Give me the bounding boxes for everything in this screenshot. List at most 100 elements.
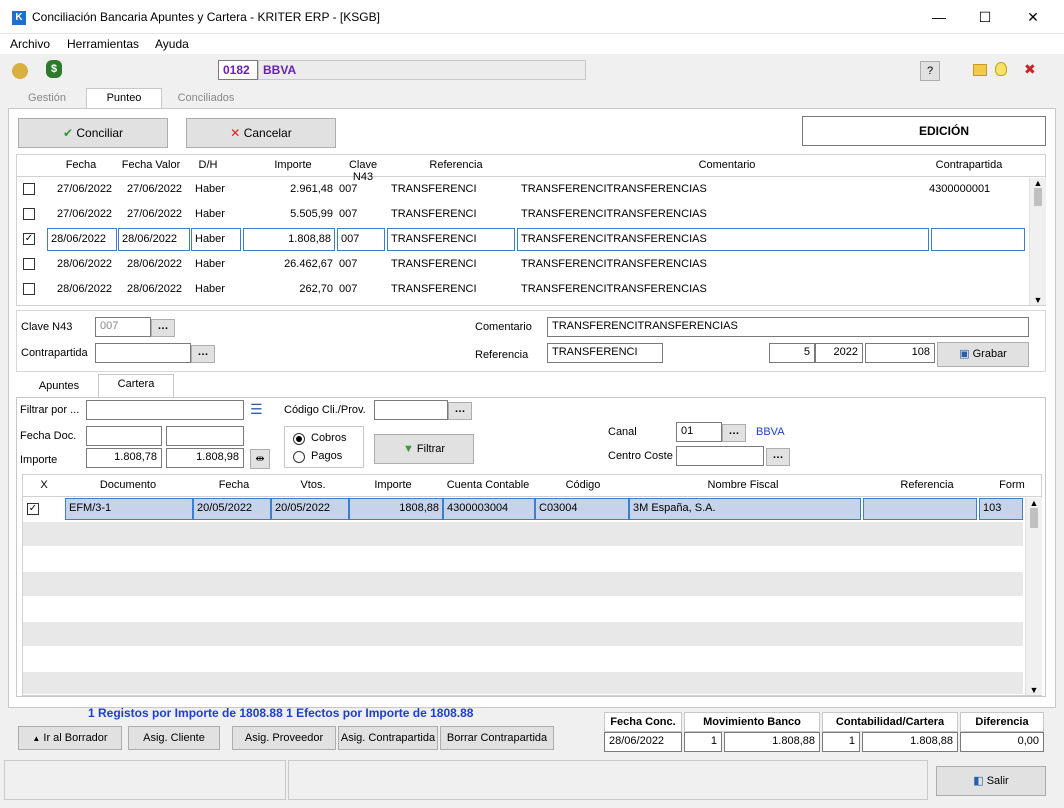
minimize-button[interactable]: —: [916, 0, 962, 34]
comentario-field[interactable]: TRANSFERENCITRANSFERENCIAS: [547, 317, 1029, 337]
asig-proveedor-button[interactable]: Asig. Proveedor: [232, 726, 336, 750]
centro-coste-lookup-button[interactable]: …: [766, 448, 790, 466]
col-x[interactable]: X: [37, 479, 51, 491]
clave-lookup-button[interactable]: …: [151, 319, 175, 337]
row-checkbox-checked[interactable]: ✓: [23, 233, 35, 245]
numero-field[interactable]: 5: [769, 343, 815, 363]
tab-apuntes[interactable]: Apuntes: [22, 376, 96, 397]
asig-cliente-button[interactable]: Asig. Cliente: [128, 726, 220, 750]
codigo-lookup-button[interactable]: …: [448, 402, 472, 420]
cell-clave[interactable]: 007: [337, 228, 385, 251]
grid-scrollbar[interactable]: ▲ ▼: [1029, 178, 1046, 305]
range-link-icon[interactable]: ⇹: [250, 449, 270, 469]
cell-fecha-valor[interactable]: 28/06/2022: [118, 228, 190, 251]
cell-importe[interactable]: 1.808,88: [243, 228, 335, 251]
col-vtos[interactable]: Vtos.: [293, 479, 333, 491]
cell-cartera-importe[interactable]: 1808,88: [349, 498, 443, 520]
codigo-field[interactable]: [374, 400, 448, 420]
refresh-icon[interactable]: [12, 63, 28, 79]
col-contrapartida[interactable]: Contrapartida: [929, 159, 1009, 171]
cartera-scrollbar[interactable]: ▲ ▼: [1025, 498, 1042, 695]
cell-documento[interactable]: EFM/3-1: [65, 498, 193, 520]
cell-vtos[interactable]: 20/05/2022: [271, 498, 349, 520]
row-checkbox[interactable]: [23, 283, 35, 295]
col-dh[interactable]: D/H: [193, 159, 223, 171]
col-documento[interactable]: Documento: [83, 479, 173, 491]
cobros-radio[interactable]: [293, 433, 305, 445]
ejercicio-field[interactable]: 2022: [815, 343, 863, 363]
filtrar-button[interactable]: ▼ Filtrar: [374, 434, 474, 464]
scroll-thumb[interactable]: [1034, 188, 1042, 206]
cell-cartera-fecha[interactable]: 20/05/2022: [193, 498, 271, 520]
borrar-contrapartida-button[interactable]: Borrar Contrapartida: [440, 726, 554, 750]
scroll-thumb[interactable]: [1030, 508, 1038, 528]
table-row[interactable]: 28/06/2022 28/06/2022 Haber 262,70 007 T…: [17, 277, 1027, 302]
filtrar-field[interactable]: [86, 400, 244, 420]
col-cartera-fecha[interactable]: Fecha: [209, 479, 259, 491]
col-comentario[interactable]: Comentario: [687, 159, 767, 171]
col-importe[interactable]: Importe: [263, 159, 323, 171]
col-cuenta-contable[interactable]: Cuenta Contable: [443, 479, 533, 491]
scroll-down-icon[interactable]: ▼: [1030, 295, 1046, 305]
tab-conciliados[interactable]: Conciliados: [164, 88, 248, 109]
cell-comentario[interactable]: TRANSFERENCITRANSFERENCIAS: [517, 228, 929, 251]
tab-gestion[interactable]: Gestión: [16, 88, 78, 109]
menu-archivo[interactable]: Archivo: [10, 37, 50, 51]
cartera-row-selected[interactable]: ✓ EFM/3-1 20/05/2022 20/05/2022 1808,88 …: [23, 497, 1023, 522]
cell-contrapartida[interactable]: [931, 228, 1025, 251]
help-button[interactable]: ?: [920, 61, 940, 81]
salir-button[interactable]: ◧ Salir: [936, 766, 1046, 796]
cell-codigo[interactable]: C03004: [535, 498, 629, 520]
bank-code-field[interactable]: 0182: [218, 60, 258, 80]
cell-form[interactable]: 103: [979, 498, 1023, 520]
canal-lookup-button[interactable]: …: [722, 424, 746, 442]
clave-field[interactable]: 007: [95, 317, 151, 337]
tab-punteo[interactable]: Punteo: [86, 88, 162, 110]
menu-ayuda[interactable]: Ayuda: [155, 37, 189, 51]
table-row[interactable]: 27/06/2022 27/06/2022 Haber 5.505,99 007…: [17, 202, 1027, 227]
row-checkbox[interactable]: [23, 258, 35, 270]
contrapartida-field[interactable]: [95, 343, 191, 363]
cell-cartera-referencia[interactable]: [863, 498, 977, 520]
cancelar-button[interactable]: ✕ Cancelar: [186, 118, 336, 148]
scroll-down-icon[interactable]: ▼: [1026, 685, 1042, 695]
row-checkbox[interactable]: [23, 183, 35, 195]
col-cartera-referencia[interactable]: Referencia: [895, 479, 959, 491]
contrapartida-lookup-button[interactable]: …: [191, 345, 215, 363]
importe-desde-field[interactable]: 1.808,78: [86, 448, 162, 468]
referencia-field[interactable]: TRANSFERENCI: [547, 343, 663, 363]
cell-referencia[interactable]: TRANSFERENCI: [387, 228, 515, 251]
cell-dh[interactable]: Haber: [191, 228, 241, 251]
scroll-up-icon[interactable]: ▲: [1030, 178, 1046, 188]
pagos-radio[interactable]: [293, 451, 305, 463]
conciliar-button[interactable]: ✔ Conciliar: [18, 118, 168, 148]
row-checkbox[interactable]: [23, 208, 35, 220]
table-row[interactable]: 28/06/2022 28/06/2022 Haber 26.462,67 00…: [17, 252, 1027, 277]
lightbulb-icon[interactable]: [995, 62, 1007, 76]
maximize-button[interactable]: ☐: [962, 0, 1008, 34]
cell-nombre-fiscal[interactable]: 3M España, S.A.: [629, 498, 861, 520]
grabar-button[interactable]: ▣ Grabar: [937, 342, 1029, 367]
col-nombre-fiscal[interactable]: Nombre Fiscal: [703, 479, 783, 491]
table-row[interactable]: 27/06/2022 27/06/2022 Haber 2.961,48 007…: [17, 177, 1027, 202]
col-codigo[interactable]: Código: [559, 479, 607, 491]
asiento-field[interactable]: 108: [865, 343, 935, 363]
asig-contrapartida-button[interactable]: Asig. Contrapartida: [338, 726, 438, 750]
centro-coste-field[interactable]: [676, 446, 764, 466]
cell-fecha[interactable]: 28/06/2022: [47, 228, 117, 251]
cell-cuenta-contable[interactable]: 4300003004: [443, 498, 535, 520]
col-fecha[interactable]: Fecha: [61, 159, 101, 171]
fecha-desde-field[interactable]: [86, 426, 162, 446]
money-bag-icon[interactable]: $: [46, 60, 62, 78]
col-referencia[interactable]: Referencia: [421, 159, 491, 171]
menu-herramientas[interactable]: Herramientas: [67, 37, 139, 51]
filter-list-icon[interactable]: ☰: [250, 401, 268, 419]
importe-hasta-field[interactable]: 1.808,98: [166, 448, 244, 468]
col-fecha-valor[interactable]: Fecha Valor: [119, 159, 183, 171]
col-form[interactable]: Form: [997, 479, 1027, 491]
col-cartera-importe[interactable]: Importe: [363, 479, 423, 491]
tab-cartera[interactable]: Cartera: [98, 374, 174, 398]
fecha-hasta-field[interactable]: [166, 426, 244, 446]
table-row-selected[interactable]: ✓ 28/06/2022 28/06/2022 Haber 1.808,88 0…: [17, 227, 1027, 252]
exit-door-icon[interactable]: ✖: [1024, 62, 1038, 76]
